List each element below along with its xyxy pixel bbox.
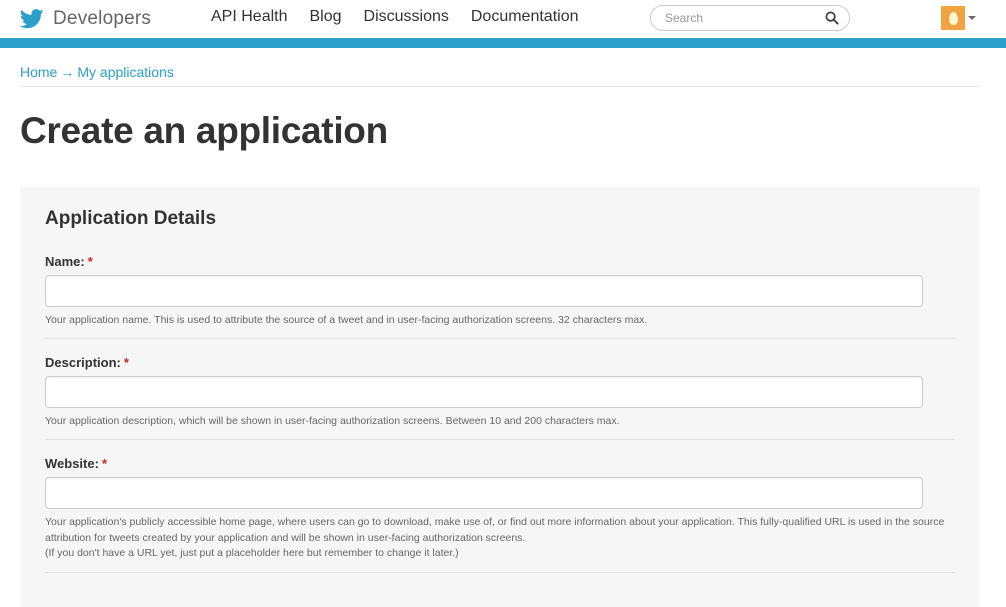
page-title: Create an application — [20, 110, 388, 151]
required-marker: * — [123, 355, 129, 370]
caret-down-icon — [968, 16, 976, 20]
user-menu[interactable] — [941, 6, 976, 30]
application-details-panel: Application Details Name: * Your applicat… — [20, 187, 980, 607]
field-divider — [45, 338, 955, 339]
search-box — [650, 5, 850, 31]
nav-api-health[interactable]: API Health — [211, 8, 287, 26]
website-hint: Your application's publicly accessible h… — [45, 515, 955, 562]
breadcrumb-separator: → — [60, 64, 75, 80]
required-marker: * — [87, 254, 93, 269]
website-field-group: Website: * Your application's publicly ac… — [45, 456, 955, 562]
nav-blog[interactable]: Blog — [309, 8, 341, 26]
field-divider — [45, 439, 955, 440]
website-hint-note: (If you don't have a URL yet, just put a… — [45, 547, 459, 559]
description-field-group: Description: * Your application descripti… — [45, 355, 955, 430]
nav-documentation[interactable]: Documentation — [471, 8, 579, 26]
brand-name: Developers — [53, 8, 152, 29]
developers-home-link[interactable]: Developers — [20, 4, 151, 34]
website-label: Website: * — [45, 456, 107, 471]
website-input[interactable] — [45, 477, 923, 509]
website-hint-text: Your application's publicly accessible h… — [45, 516, 945, 544]
twitter-bird-icon — [20, 9, 44, 29]
breadcrumb-my-applications[interactable]: My applications — [77, 64, 174, 80]
header-accent-stripe — [0, 38, 1006, 48]
description-hint: Your application description, which will… — [45, 415, 620, 427]
description-label: Description: * — [45, 355, 129, 370]
name-field-group: Name: * Your application name. This is us… — [45, 254, 955, 329]
breadcrumb: Home → My applications — [20, 64, 174, 80]
main-nav: API Health Blog Discussions Documentatio… — [211, 8, 601, 26]
breadcrumb-home[interactable]: Home — [20, 64, 57, 80]
search-input[interactable] — [663, 10, 827, 26]
field-divider — [45, 572, 955, 573]
nav-discussions[interactable]: Discussions — [364, 8, 449, 26]
breadcrumb-divider — [20, 86, 980, 87]
required-marker: * — [101, 456, 107, 471]
egg-avatar-icon — [941, 6, 965, 30]
name-label: Name: * — [45, 254, 93, 269]
top-navigation-bar: Developers API Health Blog Discussions D… — [0, 0, 1006, 38]
search-icon[interactable] — [825, 11, 839, 25]
name-hint: Your application name. This is used to a… — [45, 314, 648, 326]
name-input[interactable] — [45, 275, 923, 307]
description-input[interactable] — [45, 376, 923, 408]
panel-title: Application Details — [45, 208, 217, 229]
